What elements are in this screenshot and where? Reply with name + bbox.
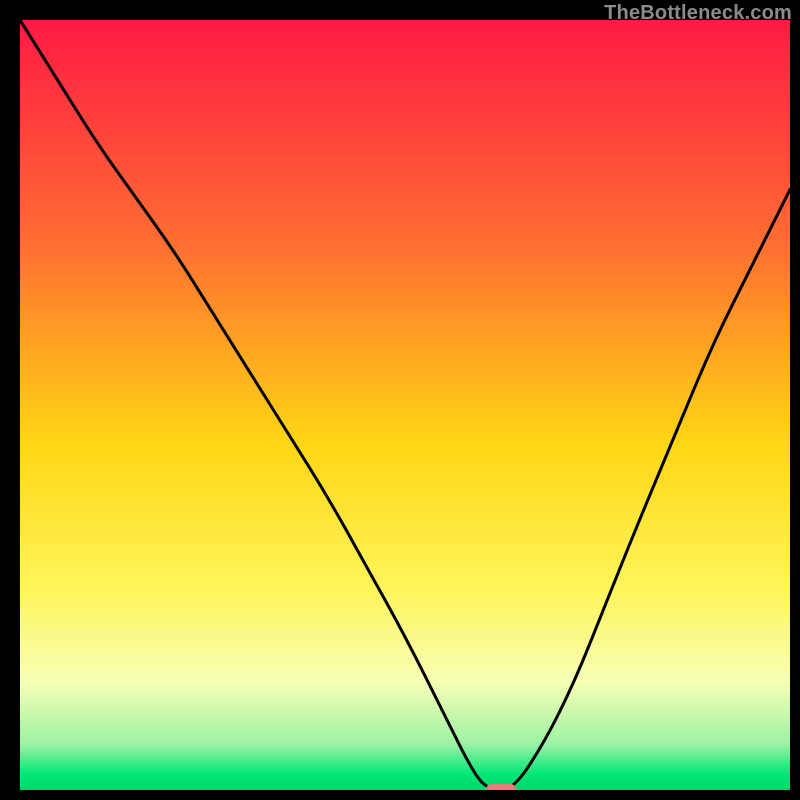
gradient-background (20, 20, 790, 790)
plot-area (20, 20, 790, 790)
minimum-marker (486, 784, 517, 790)
chart-frame: TheBottleneck.com (0, 0, 800, 800)
chart-svg (20, 20, 790, 790)
